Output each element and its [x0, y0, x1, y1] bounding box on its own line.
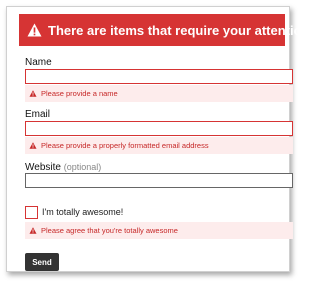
name-label: Name: [25, 57, 52, 68]
warning-triangle-icon: [27, 23, 42, 37]
awesome-error-text: Please agree that you're totally awesome: [41, 226, 178, 235]
warning-icon: [29, 142, 37, 149]
email-error-message: Please provide a properly formatted emai…: [25, 137, 293, 154]
awesome-checkbox-label[interactable]: I'm totally awesome!: [42, 207, 123, 217]
website-label: Website (optional): [25, 162, 101, 173]
website-label-text: Website: [25, 162, 61, 173]
banner-message: There are items that require your attent…: [48, 22, 310, 38]
optional-hint: (optional): [63, 162, 102, 172]
error-banner: There are items that require your attent…: [19, 14, 310, 46]
name-input[interactable]: [25, 69, 293, 84]
email-input[interactable]: [25, 121, 293, 136]
warning-icon: [29, 90, 37, 97]
email-error-text: Please provide a properly formatted emai…: [41, 141, 209, 150]
name-error-message: Please provide a name: [25, 85, 293, 102]
name-error-text: Please provide a name: [41, 89, 118, 98]
awesome-checkbox[interactable]: [25, 206, 38, 219]
website-input[interactable]: [25, 173, 293, 188]
form-card: There are items that require your attent…: [6, 6, 310, 272]
send-button[interactable]: Send: [25, 253, 59, 271]
warning-icon: [29, 227, 37, 234]
email-label: Email: [25, 109, 51, 120]
awesome-error-message: Please agree that you're totally awesome: [25, 222, 293, 239]
